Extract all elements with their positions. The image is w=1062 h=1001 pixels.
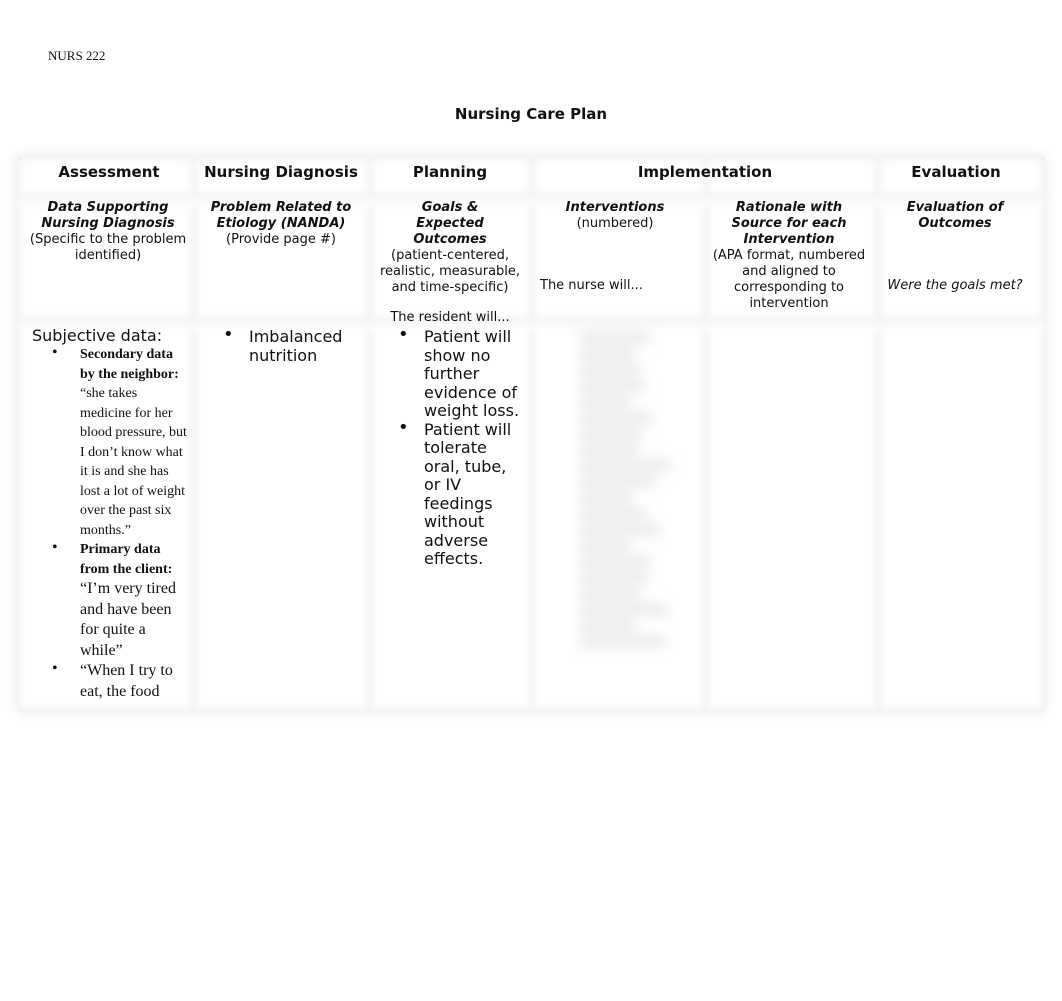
goals-list: Patient will show no further evidence of… bbox=[398, 326, 526, 569]
interventions-subheader: Interventions (numbered) bbox=[540, 200, 690, 232]
assessment-header: Assessment bbox=[58, 163, 160, 181]
interventions-note: (numbered) bbox=[576, 216, 654, 231]
evaluation-header: Evaluation bbox=[911, 163, 1001, 181]
page-title: Nursing Care Plan bbox=[454, 105, 608, 123]
diagnosis-subheader: Problem Related to Etiology (NANDA) (Pro… bbox=[200, 200, 362, 248]
implementation-header: Implementation bbox=[637, 163, 773, 181]
evaluation-subheader: Evaluation of Outcomes bbox=[880, 200, 1030, 232]
diagnosis-subtitle: Problem Related to Etiology (NANDA) bbox=[210, 200, 352, 231]
diagnosis-note: (Provide page #) bbox=[226, 232, 336, 247]
evaluation-column bbox=[878, 157, 1044, 711]
assessment-list: Secondary data by the neighbor:“she take… bbox=[52, 343, 190, 702]
evaluation-subtitle: Evaluation of Outcomes bbox=[906, 200, 1004, 231]
rationale-subtitle: Rationale with Source for each Intervent… bbox=[731, 200, 847, 247]
goal-item: Patient will show no further evidence of… bbox=[398, 326, 526, 421]
assessment-subtitle: Data Supporting Nursing Diagnosis bbox=[41, 200, 175, 231]
assessment-subheader: Data Supporting Nursing Diagnosis (Speci… bbox=[28, 200, 188, 264]
diagnosis-header: Nursing Diagnosis bbox=[204, 163, 358, 181]
assessment-note: (Specific to the problem identified) bbox=[29, 232, 187, 263]
assessment-item: Primary data from the client:“I’m very t… bbox=[52, 538, 190, 661]
assessment-item: “When I try to eat, the food bbox=[52, 659, 190, 702]
header-divider bbox=[18, 317, 1044, 331]
rationale-note: (APA format, numbered and aligned to cor… bbox=[712, 248, 866, 311]
planning-header: Planning bbox=[412, 163, 488, 181]
rationale-subheader: Rationale with Source for each Intervent… bbox=[708, 200, 870, 312]
interventions-subtitle: Interventions bbox=[565, 200, 665, 215]
planning-prompt: The resident will... bbox=[390, 310, 510, 325]
goal-item: Patient will tolerate oral, tube, or IV … bbox=[398, 419, 526, 569]
redacted-interventions bbox=[580, 326, 680, 704]
evaluation-prompt: Were the goals met? bbox=[887, 278, 1023, 293]
planning-subheader: Goals & Expected Outcomes (patient-cente… bbox=[374, 200, 526, 296]
planning-note: (patient-centered, realistic, measurable… bbox=[379, 248, 521, 295]
course-code: NURS 222 bbox=[48, 48, 106, 63]
diagnosis-item: Imbalanced nutrition bbox=[223, 326, 359, 365]
planning-subtitle: Goals & Expected Outcomes bbox=[413, 200, 487, 247]
diagnosis-list: Imbalanced nutrition bbox=[223, 326, 359, 365]
interventions-prompt: The nurse will... bbox=[540, 278, 643, 293]
assessment-item: Secondary data by the neighbor:“she take… bbox=[52, 343, 190, 540]
